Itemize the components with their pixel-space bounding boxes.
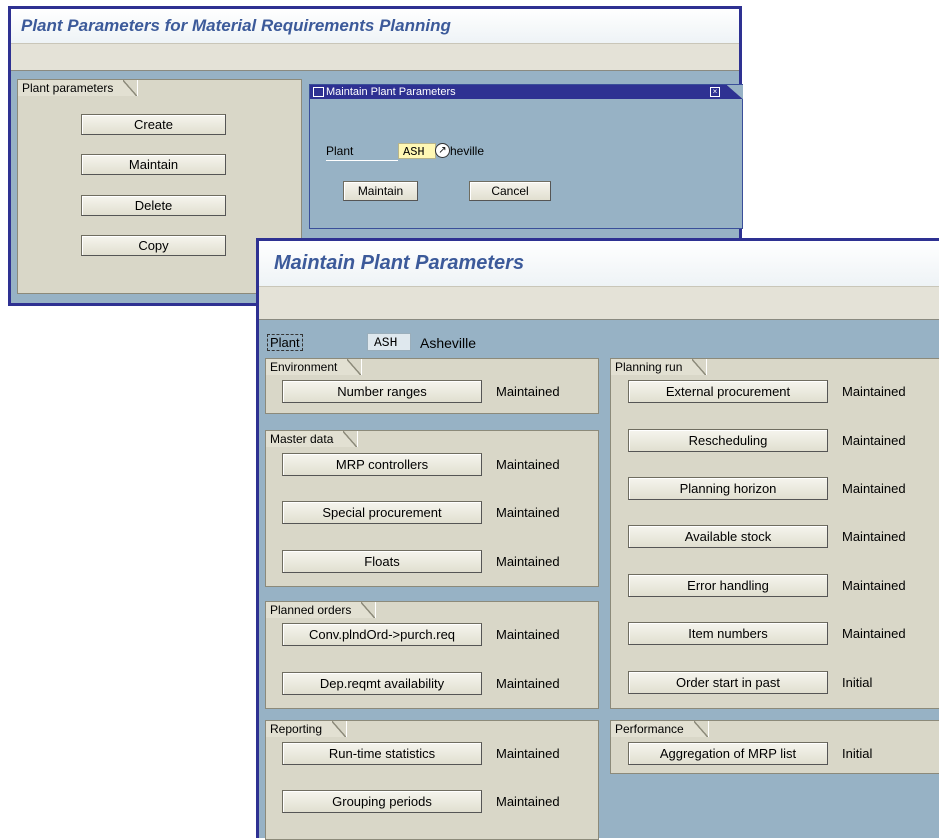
close-icon[interactable]: × (710, 87, 720, 97)
dialog-window-icon (313, 87, 324, 97)
status-text: Initial (842, 746, 873, 761)
external-procurement-button[interactable]: External procurement (628, 380, 828, 403)
status-text: Maintained (842, 384, 906, 399)
special-procurement-button[interactable]: Special procurement (282, 501, 482, 524)
status-text: Maintained (496, 627, 560, 642)
status-text: Maintained (842, 578, 906, 593)
search-help-icon[interactable]: ↗ (435, 143, 450, 158)
status-text: Maintained (496, 384, 560, 399)
application-toolbar (259, 286, 939, 320)
dialog-titlebar: Maintain Plant Parameters × (310, 85, 743, 99)
status-text: Maintained (496, 746, 560, 761)
aggregation-of-mrp-list-button[interactable]: Aggregation of MRP list (628, 742, 828, 765)
plant-input[interactable]: ASH (398, 143, 436, 159)
dep-reqmt-availability-button[interactable]: Dep.reqmt availability (282, 672, 482, 695)
dialog-title: Maintain Plant Parameters (326, 86, 456, 98)
window-title: Plant Parameters for Material Requiremen… (11, 9, 739, 43)
plant-label-underline (326, 160, 398, 161)
application-toolbar (11, 43, 739, 71)
grouping-periods-button[interactable]: Grouping periods (282, 790, 482, 813)
plant-label[interactable]: Plant (267, 334, 303, 351)
dialog-maintain-button[interactable]: Maintain (343, 181, 418, 201)
status-text: Maintained (496, 554, 560, 569)
group-title: Planning run (611, 359, 708, 375)
window-title: Maintain Plant Parameters (259, 241, 939, 286)
dialog-cancel-button[interactable]: Cancel (469, 181, 551, 201)
available-stock-button[interactable]: Available stock (628, 525, 828, 548)
maintain-plant-parameters-window: Maintain Plant Parameters Plant ASH Ashe… (256, 238, 939, 840)
conv-plnd-ord-button[interactable]: Conv.plndOrd->purch.req (282, 623, 482, 646)
floats-button[interactable]: Floats (282, 550, 482, 573)
status-text: Maintained (842, 529, 906, 544)
group-title: Environment (266, 359, 363, 375)
copy-button[interactable]: Copy (81, 235, 226, 256)
status-text: Maintained (842, 433, 906, 448)
plant-name-text: heville (450, 144, 485, 158)
planned-orders-group: Planned orders Conv.plndOrd->purch.req M… (265, 601, 599, 709)
number-ranges-button[interactable]: Number ranges (282, 380, 482, 403)
planning-horizon-button[interactable]: Planning horizon (628, 477, 828, 500)
create-button[interactable]: Create (81, 114, 226, 135)
group-title: Performance (611, 721, 709, 737)
maintain-button[interactable]: Maintain (81, 154, 226, 175)
rescheduling-button[interactable]: Rescheduling (628, 429, 828, 452)
group-title: Master data (266, 431, 359, 447)
dialog-body: Plant ASH ↗ heville Maintain Cancel (320, 99, 742, 214)
status-text: Maintained (496, 794, 560, 809)
status-text: Maintained (842, 481, 906, 496)
delete-button[interactable]: Delete (81, 195, 226, 216)
status-text: Maintained (496, 457, 560, 472)
item-numbers-button[interactable]: Item numbers (628, 622, 828, 645)
mrp-controllers-button[interactable]: MRP controllers (282, 453, 482, 476)
status-text: Initial (842, 675, 873, 690)
status-text: Maintained (496, 505, 560, 520)
plant-field: ASH (367, 333, 411, 351)
maintain-plant-dialog: Maintain Plant Parameters × Plant ASH ↗ … (309, 84, 743, 229)
plant-label: Plant (326, 144, 354, 158)
status-text: Maintained (496, 676, 560, 691)
run-time-statistics-button[interactable]: Run-time statistics (282, 742, 482, 765)
planning-run-group: Planning run External procurement Mainta… (610, 358, 939, 709)
environment-group: Environment Number ranges Maintained (265, 358, 599, 414)
status-text: Maintained (842, 626, 906, 641)
reporting-group: Reporting Run-time statistics Maintained… (265, 720, 599, 840)
error-handling-button[interactable]: Error handling (628, 574, 828, 597)
group-title: Reporting (266, 721, 348, 737)
group-title: Plant parameters (18, 80, 139, 96)
performance-group: Performance Aggregation of MRP list Init… (610, 720, 939, 774)
order-start-in-past-button[interactable]: Order start in past (628, 671, 828, 694)
plant-name: Asheville (420, 335, 477, 351)
master-data-group: Master data MRP controllers Maintained S… (265, 430, 599, 587)
group-title: Planned orders (266, 602, 377, 618)
